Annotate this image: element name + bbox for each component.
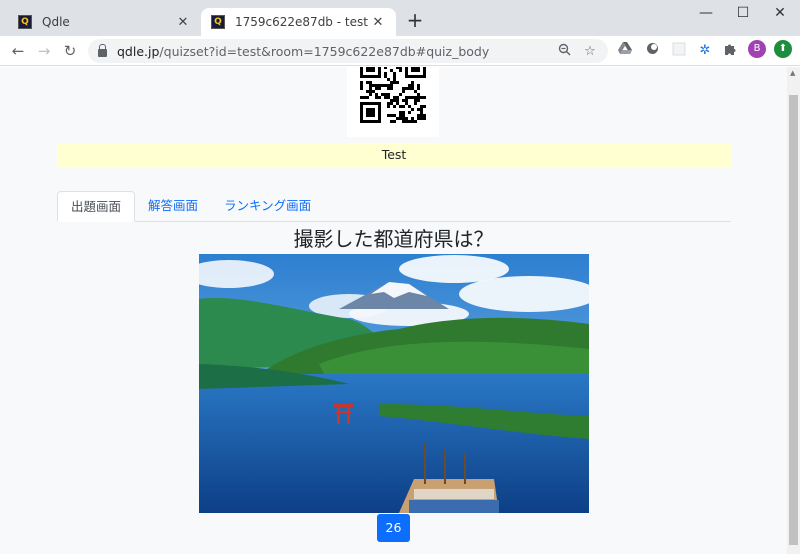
- google-drive-icon[interactable]: [616, 42, 634, 60]
- qdle-favicon-icon: Q: [211, 15, 225, 29]
- tab-title: 1759c622e87db - test: [235, 15, 368, 29]
- profile-avatar[interactable]: B: [748, 40, 766, 58]
- update-icon[interactable]: ⬆: [774, 40, 792, 58]
- forward-arrow-icon[interactable]: →: [33, 40, 55, 62]
- extension-circle-icon[interactable]: [643, 42, 661, 60]
- address-bar[interactable]: qdle.jp /quizset?id=test&room=1759c622e8…: [88, 39, 608, 63]
- tab-title: Qdle: [42, 15, 70, 29]
- page-viewport: Test 出題画面 解答画面 ランキング画面 撮影した都道府県は？ 26: [0, 67, 787, 554]
- zoom-icon[interactable]: [554, 43, 574, 60]
- quiz-title-banner: Test: [57, 143, 731, 167]
- browser-tab-test[interactable]: Q 1759c622e87db - test ✕: [201, 8, 396, 36]
- reload-icon[interactable]: ↻: [59, 40, 81, 62]
- scroll-up-icon[interactable]: ▲: [790, 69, 795, 77]
- question-text: 撮影した都道府県は？: [293, 227, 494, 251]
- back-arrow-icon[interactable]: ←: [7, 40, 29, 62]
- extension-blank-icon[interactable]: [670, 42, 688, 60]
- url-path: /quizset?id=test&room=1759c622e87db#quiz…: [159, 43, 490, 59]
- qr-code: [347, 67, 439, 137]
- tab-ranking-screen[interactable]: ランキング画面: [211, 191, 324, 222]
- tab-answer-screen[interactable]: 解答画面: [135, 191, 211, 222]
- screen-tabs: 出題画面 解答画面 ランキング画面: [57, 191, 731, 222]
- extensions-puzzle-icon[interactable]: [721, 42, 739, 60]
- minimize-button[interactable]: —: [692, 2, 720, 24]
- browser-toolbar: ← → ↻ qdle.jp /quizset?id=test&room=1759…: [0, 36, 800, 66]
- close-window-button[interactable]: ✕: [766, 2, 794, 24]
- quiz-photo: [199, 254, 589, 513]
- new-tab-button[interactable]: +: [404, 10, 426, 32]
- extension-gear-icon[interactable]: ✲: [696, 42, 714, 60]
- qdle-favicon-icon: Q: [18, 15, 32, 29]
- close-tab-icon[interactable]: ✕: [175, 15, 191, 30]
- maximize-button[interactable]: ☐: [729, 2, 757, 24]
- url-host: qdle.jp: [117, 43, 160, 59]
- lock-icon[interactable]: [98, 44, 107, 57]
- tab-question-screen[interactable]: 出題画面: [57, 191, 136, 222]
- bookmark-star-icon[interactable]: ☆: [580, 44, 600, 59]
- browser-tab-qdle[interactable]: Q Qdle ✕: [8, 8, 201, 36]
- close-tab-icon[interactable]: ✕: [370, 15, 386, 30]
- countdown-timer: 26: [377, 514, 410, 542]
- tab-strip: Q Qdle ✕ Q 1759c622e87db - test ✕ + — ☐ …: [0, 0, 800, 36]
- vertical-scrollbar[interactable]: ▲: [787, 67, 800, 554]
- scrollbar-thumb[interactable]: [789, 95, 798, 545]
